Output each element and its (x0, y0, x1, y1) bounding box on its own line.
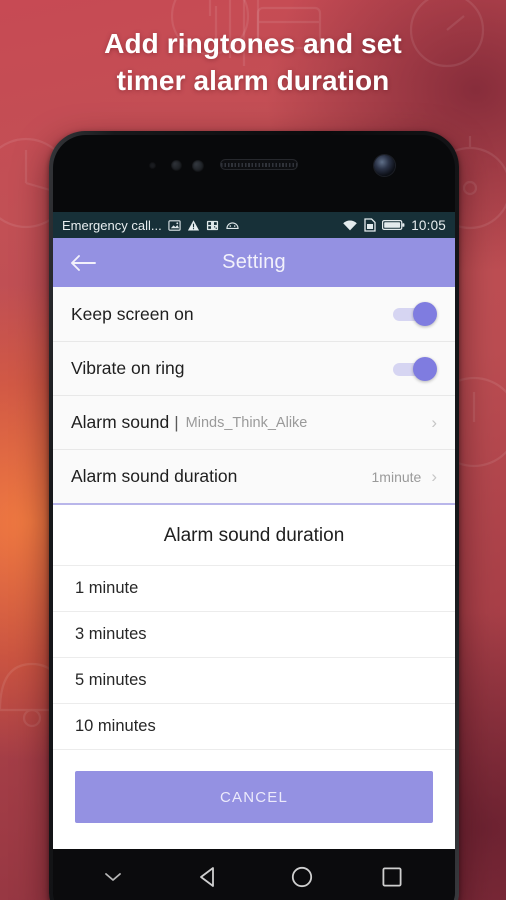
navigation-bar (53, 849, 455, 900)
setting-row-alarm-sound-duration[interactable]: Alarm sound duration 1minute › (53, 449, 455, 503)
keep-screen-on-toggle[interactable] (393, 302, 437, 326)
status-bar-right: 10:05 (342, 218, 446, 233)
setting-label: Alarm sound (71, 412, 170, 432)
vibrate-on-ring-toggle[interactable] (393, 356, 437, 381)
led-indicator-icon (192, 160, 204, 172)
setting-row-alarm-sound[interactable]: Alarm sound | Minds_Think_Alike › (53, 395, 455, 449)
dialog-option-10-minutes[interactable]: 10 minutes (53, 703, 455, 749)
front-camera-icon (374, 155, 395, 176)
toggle-knob (413, 302, 437, 326)
light-sensor-icon (171, 160, 182, 171)
dialog-option-3-minutes[interactable]: 3 minutes (53, 611, 455, 657)
dialog-actions: CANCEL (53, 762, 455, 840)
dialog-title: Alarm sound duration (163, 525, 345, 546)
phone-screen: Emergency call... 10:05 Setting Keep scr… (53, 212, 455, 849)
alarm-duration-value: 1minute (371, 468, 422, 485)
chevron-right-icon: › (431, 413, 437, 432)
headline-line-1: Add ringtones and set (104, 28, 402, 59)
proximity-sensor-icon (149, 162, 156, 169)
app-bar: Setting (53, 238, 455, 287)
sim-card-icon (364, 218, 376, 232)
setting-label: Alarm sound duration (71, 466, 238, 486)
chevron-down-icon[interactable] (101, 865, 125, 889)
alarm-duration-dialog: Alarm sound duration 1 minute 3 minutes … (53, 503, 455, 840)
phone-body: Emergency call... 10:05 Setting Keep scr… (53, 135, 455, 900)
page-title: Setting (222, 251, 286, 273)
cancel-button[interactable]: CANCEL (75, 771, 433, 823)
setting-row-keep-screen-on[interactable]: Keep screen on (53, 287, 455, 341)
dialog-option-5-minutes[interactable]: 5 minutes (53, 657, 455, 703)
status-bar-left: Emergency call... (62, 218, 342, 233)
screenshot-icon (168, 219, 181, 232)
headline-line-2: timer alarm duration (116, 64, 390, 96)
chevron-right-icon: › (431, 467, 437, 486)
setting-label: Keep screen on (71, 303, 194, 324)
earpiece-speaker (220, 159, 298, 170)
toggle-knob (413, 356, 437, 381)
alarm-sound-value: Minds_Think_Alike (185, 414, 308, 431)
setting-row-right: 1minute › (372, 468, 437, 485)
qr-code-icon (206, 219, 219, 232)
setting-separator: | (174, 412, 179, 432)
status-bar-clock: 10:05 (411, 217, 446, 233)
battery-icon (382, 219, 405, 231)
dialog-divider (53, 749, 455, 762)
phone-device: Emergency call... 10:05 Setting Keep scr… (49, 131, 459, 900)
setting-row-right (393, 302, 437, 326)
setting-row-right (393, 356, 437, 381)
setting-row-right: › (431, 414, 437, 431)
promo-screenshot: Add ringtones and set timer alarm durati… (0, 0, 506, 900)
circle-home-icon[interactable] (289, 864, 315, 890)
carrier-label: Emergency call... (62, 217, 162, 233)
arrow-left-icon[interactable] (70, 252, 96, 274)
promo-headline: Add ringtones and set timer alarm durati… (0, 26, 506, 100)
android-icon (225, 219, 240, 232)
warning-icon (187, 219, 200, 232)
phone-top-bezel (53, 135, 455, 212)
wifi-icon (342, 219, 358, 232)
dialog-option-1-minute[interactable]: 1 minute (53, 565, 455, 611)
triangle-back-icon[interactable] (196, 864, 222, 890)
settings-list: Keep screen on Vibrate on ring Alarm sou… (53, 287, 455, 503)
square-recents-icon[interactable] (380, 865, 404, 889)
setting-label: Vibrate on ring (71, 358, 185, 378)
status-bar: Emergency call... 10:05 (53, 212, 455, 238)
setting-row-vibrate-on-ring[interactable]: Vibrate on ring (53, 341, 455, 395)
